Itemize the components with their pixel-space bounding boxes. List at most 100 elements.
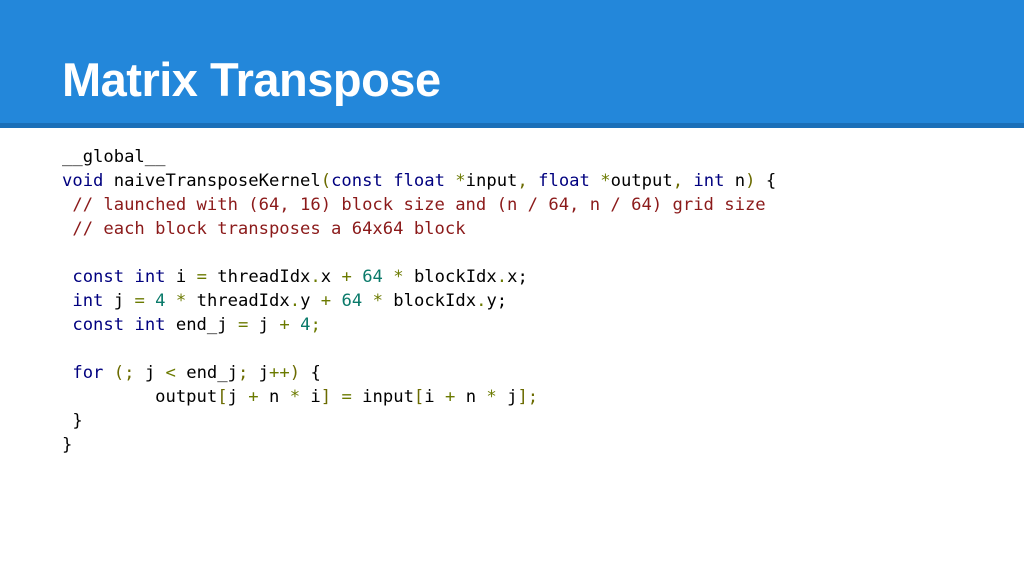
code-token: n	[724, 171, 746, 191]
code-token: naiveTransposeKernel	[103, 171, 321, 191]
code-token: *	[393, 267, 404, 287]
code-token: .	[310, 267, 321, 287]
code-token: *	[600, 171, 611, 191]
code-line: }	[62, 409, 776, 433]
code-token: *	[175, 291, 187, 311]
code-token: input	[465, 171, 518, 191]
code-token: +	[320, 291, 332, 311]
code-token: )	[745, 171, 756, 191]
code-token: float	[393, 171, 445, 191]
code-line: __global__	[62, 145, 776, 169]
code-token: 64	[362, 267, 383, 287]
code-token: // each block transposes a 64x64 block	[62, 219, 466, 239]
code-token: y;	[486, 291, 508, 311]
code-token: end_j	[175, 363, 238, 383]
code-token: const	[72, 315, 125, 335]
code-token: =	[134, 291, 145, 311]
code-token: j	[248, 363, 270, 383]
code-token: +	[279, 315, 290, 335]
code-token: .	[496, 267, 508, 287]
code-token: for	[72, 363, 104, 383]
code-token: ]	[320, 387, 332, 407]
code-token: 4	[300, 315, 311, 335]
code-token: {	[755, 171, 777, 191]
code-token: // launched with (64, 16) block size and…	[62, 195, 766, 215]
code-line: void naiveTransposeKernel(const float *i…	[62, 169, 776, 193]
code-token: [	[413, 387, 425, 407]
title-bar-rule	[0, 123, 1024, 128]
code-block: __global__ void naiveTransposeKernel(cons…	[62, 145, 776, 457]
code-token: float	[538, 171, 590, 191]
code-token: x	[320, 267, 342, 287]
code-token: j	[103, 291, 135, 311]
code-token: y	[300, 291, 321, 311]
code-token: j	[134, 363, 166, 383]
code-token: +	[248, 387, 259, 407]
code-token: const	[331, 171, 383, 191]
code-line: for (; j < end_j; j++) {	[62, 361, 776, 385]
code-token: n	[455, 387, 487, 407]
code-token: )	[289, 363, 301, 383]
code-token: int	[72, 291, 104, 311]
code-token: j	[496, 387, 518, 407]
code-token: [	[217, 387, 228, 407]
code-token: *	[486, 387, 497, 407]
code-line: output[j + n * i] = input[i + n * j];	[62, 385, 776, 409]
code-token: 4	[155, 291, 166, 311]
code-line: const int end_j = j + 4;	[62, 313, 776, 337]
code-token: j	[248, 315, 280, 335]
code-line: int j = 4 * threadIdx.y + 64 * blockIdx.…	[62, 289, 776, 313]
code-token: {	[300, 363, 321, 383]
code-token: int	[134, 267, 166, 287]
code-token: <	[165, 363, 176, 383]
code-token: +	[341, 267, 352, 287]
code-token: *	[289, 387, 301, 407]
code-token: n	[258, 387, 290, 407]
code-line: }	[62, 433, 776, 457]
code-token: threadIdx	[186, 291, 290, 311]
code-token: ];	[517, 387, 539, 407]
code-token: 64	[341, 291, 363, 311]
code-token: }	[62, 435, 73, 455]
code-token: i	[300, 387, 321, 407]
code-token: threadIdx	[206, 267, 311, 287]
code-token: const	[72, 267, 125, 287]
code-token: *	[455, 171, 466, 191]
code-token: ++	[269, 363, 290, 383]
code-token: i	[424, 387, 445, 407]
code-token: int	[693, 171, 725, 191]
code-token: *	[372, 291, 383, 311]
code-token: .	[289, 291, 301, 311]
code-token: input	[351, 387, 414, 407]
code-line: // each block transposes a 64x64 block	[62, 217, 776, 241]
code-token: x;	[507, 267, 528, 287]
code-token: ;	[310, 315, 321, 335]
code-token: j	[227, 387, 249, 407]
code-token: (	[320, 171, 332, 191]
code-token: blockIdx	[382, 291, 477, 311]
code-token: +	[444, 387, 456, 407]
code-token: __global__	[62, 147, 166, 167]
code-token: =	[237, 315, 249, 335]
code-line: // launched with (64, 16) block size and…	[62, 193, 776, 217]
slide-title: Matrix Transpose	[62, 53, 441, 106]
